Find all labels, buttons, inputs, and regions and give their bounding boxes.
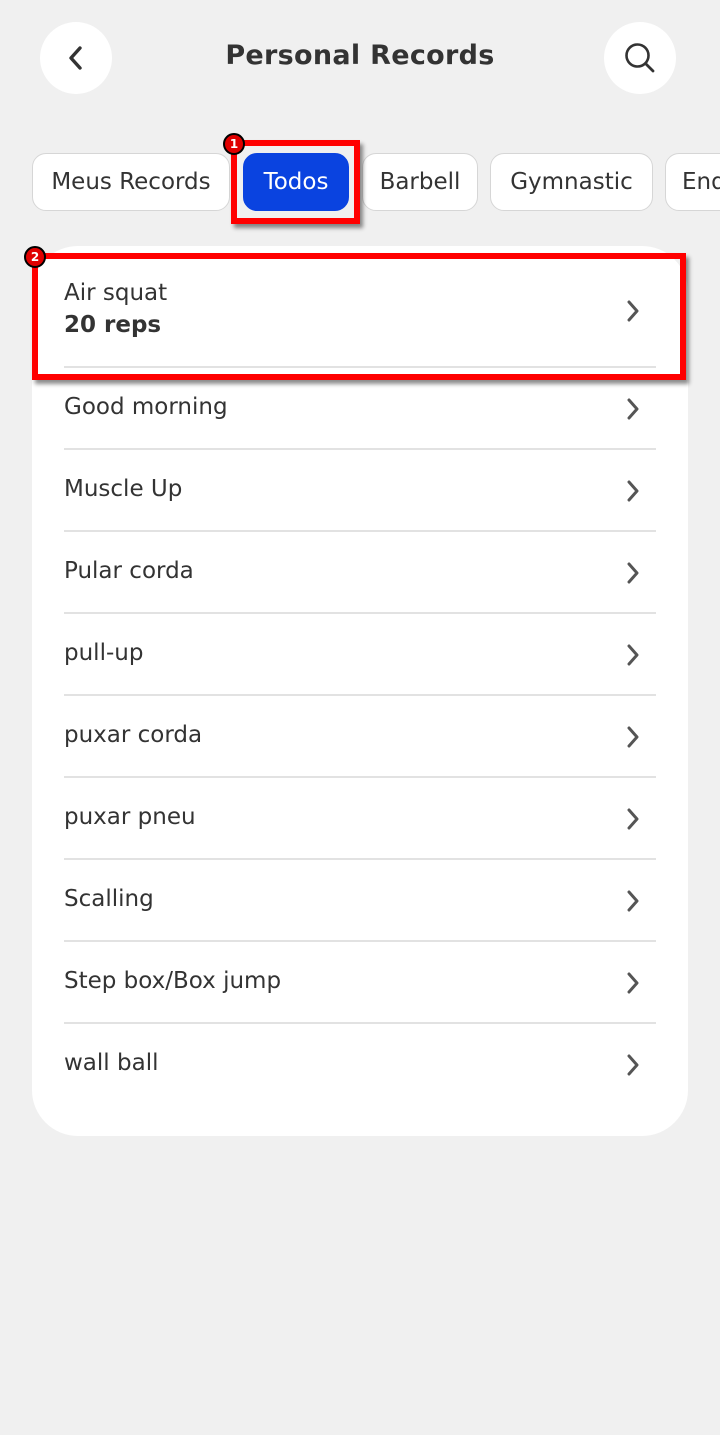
filter-chips: Meus Records Todos Barbell Gymnastic End	[32, 153, 720, 211]
chip-gymnastic[interactable]: Gymnastic	[490, 153, 653, 211]
search-icon	[625, 43, 655, 73]
chevron-right-icon	[627, 480, 639, 502]
record-row-puxar-corda[interactable]: puxar corda	[64, 696, 656, 778]
record-name: pull-up	[64, 640, 144, 666]
chevron-right-icon	[627, 972, 639, 994]
annotation-box-1	[231, 140, 360, 224]
record-row-puxar-pneu[interactable]: puxar pneu	[64, 778, 656, 860]
record-row-muscle-up[interactable]: Muscle Up	[64, 450, 656, 532]
record-name: Muscle Up	[64, 476, 183, 502]
record-name: puxar pneu	[64, 804, 196, 830]
chevron-right-icon	[627, 644, 639, 666]
record-row-wall-ball[interactable]: wall ball	[64, 1024, 656, 1106]
record-row-step-box[interactable]: Step box/Box jump	[64, 942, 656, 1024]
record-row-pular-corda[interactable]: Pular corda	[64, 532, 656, 614]
record-name: wall ball	[64, 1050, 159, 1076]
chevron-right-icon	[627, 808, 639, 830]
annotation-box-2	[32, 253, 686, 380]
record-row-scalling[interactable]: Scalling	[64, 860, 656, 942]
record-row-good-morning[interactable]: Good morning	[64, 368, 656, 450]
record-row-pull-up[interactable]: pull-up	[64, 614, 656, 696]
record-name: Pular corda	[64, 558, 194, 584]
record-name: Step box/Box jump	[64, 968, 282, 994]
record-name: puxar corda	[64, 722, 203, 748]
chevron-right-icon	[627, 398, 639, 420]
chip-barbell[interactable]: Barbell	[362, 153, 478, 211]
personal-records-screen: Personal Records Meus Records Todos Barb…	[0, 0, 720, 1435]
chevron-right-icon	[627, 562, 639, 584]
record-name: Good morning	[64, 394, 228, 420]
chevron-right-icon	[627, 890, 639, 912]
annotation-badge-1: 1	[223, 133, 245, 155]
record-name: Scalling	[64, 886, 154, 912]
chevron-right-icon	[627, 726, 639, 748]
chip-endurance[interactable]: End	[665, 153, 720, 211]
annotation-badge-2: 2	[24, 246, 46, 268]
search-button[interactable]	[604, 22, 676, 94]
chip-meus-records[interactable]: Meus Records	[32, 153, 230, 211]
chevron-right-icon	[627, 1054, 639, 1076]
